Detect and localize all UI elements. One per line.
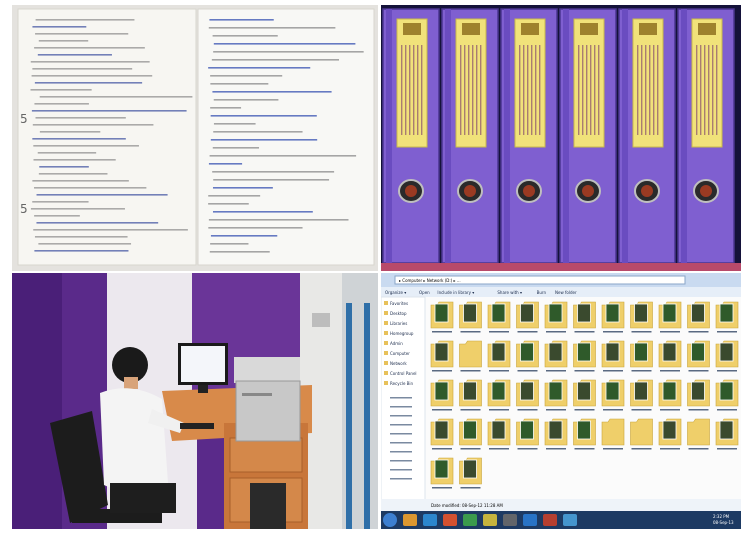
folder-thumbnail[interactable]	[658, 379, 682, 411]
folder-thumbnail[interactable]	[630, 418, 653, 450]
folder-thumbnail[interactable]	[544, 301, 568, 333]
office-photo	[12, 273, 378, 529]
folder-thumbnail[interactable]	[516, 379, 539, 411]
folder-thumbnail[interactable]	[687, 379, 710, 411]
folder-thumbnail[interactable]	[459, 379, 482, 411]
file-explorer-window: ▸ Computer ▸ Network (D:) ▸ ... Organize…	[381, 273, 741, 529]
svg-text:5: 5	[20, 202, 28, 216]
nav-item[interactable]: Control Panel	[390, 371, 417, 376]
folder-thumbnail[interactable]	[516, 301, 539, 333]
folder-thumbnail[interactable]	[658, 418, 682, 450]
binder	[441, 8, 499, 264]
folder-thumbnail[interactable]	[487, 340, 511, 372]
folder-thumbnail[interactable]	[687, 301, 710, 333]
folder-thumbnail[interactable]	[430, 418, 454, 450]
toolbar-item[interactable]: Include in library ▾	[437, 290, 474, 295]
folder-thumbnail[interactable]	[715, 418, 739, 450]
folder-thumbnail[interactable]	[459, 418, 482, 450]
toolbar-item[interactable]: Open	[419, 290, 430, 295]
binders-photo	[381, 5, 741, 271]
folder-thumbnail[interactable]	[715, 301, 739, 333]
folder-thumbnail[interactable]	[573, 301, 596, 333]
folder-thumbnail[interactable]	[715, 379, 739, 411]
nav-item[interactable]: Homegroup	[390, 331, 414, 336]
taskbar-app-icon[interactable]	[443, 514, 457, 526]
folder-thumbnail[interactable]	[544, 340, 568, 372]
folder-thumbnail[interactable]	[516, 418, 539, 450]
folder-thumbnail[interactable]	[430, 457, 454, 489]
documents-scene: 5 5	[12, 5, 378, 271]
folder-thumbnail[interactable]	[658, 340, 682, 372]
folder-thumbnail[interactable]	[573, 418, 596, 450]
taskbar-app-icon[interactable]	[503, 514, 517, 526]
folder-thumbnail[interactable]	[487, 301, 511, 333]
folder-thumbnail[interactable]	[430, 340, 454, 372]
nav-item[interactable]: Favorites	[390, 301, 408, 306]
toolbar-item[interactable]: Burn	[537, 290, 547, 295]
nav-item[interactable]: Admin	[390, 341, 403, 346]
photo-collage: 5 5 ▸ Computer ▸ Network (D:) ▸ ... Orga…	[0, 0, 743, 533]
breadcrumb: ▸ Computer ▸ Network (D:) ▸ ...	[399, 278, 461, 283]
folder-thumbnail[interactable]	[658, 301, 682, 333]
folder-thumbnail[interactable]	[544, 379, 568, 411]
binder	[677, 8, 735, 264]
binder	[559, 8, 617, 264]
toolbar-item[interactable]: New folder	[555, 290, 577, 295]
taskbar-icons	[403, 514, 577, 526]
folder-thumbnail[interactable]	[573, 340, 596, 372]
svg-text:5: 5	[20, 112, 28, 126]
file-explorer-photo: ▸ Computer ▸ Network (D:) ▸ ... Organize…	[381, 273, 741, 529]
folder-thumbnail[interactable]	[459, 340, 482, 372]
folder-thumbnail[interactable]	[687, 340, 710, 372]
folder-thumbnail[interactable]	[459, 301, 482, 333]
documents-photo: 5 5	[12, 5, 378, 271]
taskbar-app-icon[interactable]	[403, 514, 417, 526]
folder-thumbnail[interactable]	[687, 418, 710, 450]
folder-thumbnail[interactable]	[459, 457, 482, 489]
status-text: Date modified: 08-Sep-12 11:28 AM	[431, 503, 503, 508]
nav-item[interactable]: Desktop	[390, 311, 407, 316]
taskbar-app-icon[interactable]	[463, 514, 477, 526]
binders-scene	[381, 5, 741, 271]
binder	[500, 8, 558, 264]
folder-thumbnail[interactable]	[487, 418, 511, 450]
taskbar-date: 08-Sep-13	[713, 520, 734, 525]
folder-thumbnail[interactable]	[573, 379, 596, 411]
office-scene	[12, 273, 378, 529]
folder-thumbnail[interactable]	[715, 340, 739, 372]
folder-thumbnail[interactable]	[601, 418, 625, 450]
folder-thumbnail[interactable]	[630, 340, 653, 372]
taskbar-app-icon[interactable]	[483, 514, 497, 526]
folder-thumbnail[interactable]	[430, 379, 454, 411]
folder-thumbnail[interactable]	[487, 379, 511, 411]
folder-thumbnail[interactable]	[544, 418, 568, 450]
taskbar-time: 2:32 PM	[713, 514, 730, 519]
toolbar-item[interactable]: Share with ▾	[497, 290, 522, 295]
taskbar-app-icon[interactable]	[563, 514, 577, 526]
folder-thumbnail[interactable]	[430, 301, 454, 333]
taskbar-app-icon[interactable]	[543, 514, 557, 526]
folder-thumbnail[interactable]	[516, 340, 539, 372]
folder-thumbnail[interactable]	[630, 379, 653, 411]
nav-item[interactable]: Recycle Bin	[390, 381, 414, 386]
folder-thumbnail[interactable]	[601, 301, 625, 333]
taskbar-app-icon[interactable]	[523, 514, 537, 526]
thumbnail-grid	[430, 301, 739, 489]
toolbar-item[interactable]: Organize ▾	[385, 290, 406, 295]
binder	[382, 8, 440, 264]
binder	[618, 8, 676, 264]
folder-thumbnail[interactable]	[601, 340, 625, 372]
folder-thumbnail[interactable]	[601, 379, 625, 411]
taskbar-app-icon[interactable]	[423, 514, 437, 526]
nav-item[interactable]: Libraries	[390, 321, 407, 326]
nav-item[interactable]: Computer	[390, 351, 410, 356]
start-button-icon[interactable]	[383, 513, 397, 527]
nav-item[interactable]: Network	[390, 361, 407, 366]
folder-thumbnail[interactable]	[630, 301, 653, 333]
